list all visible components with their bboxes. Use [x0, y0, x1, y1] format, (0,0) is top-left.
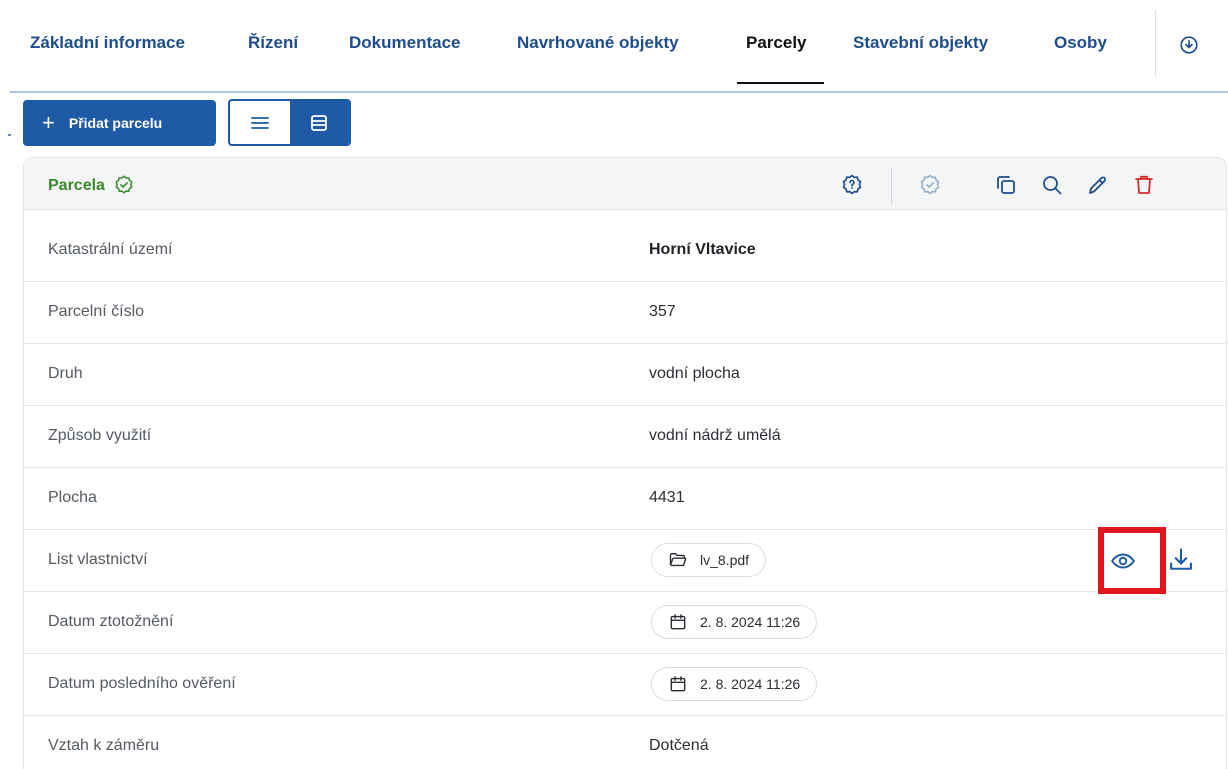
row-label: Parcelní číslo	[48, 303, 145, 320]
list-view-button[interactable]	[230, 101, 290, 144]
preview-file-button[interactable]	[1105, 543, 1141, 579]
plus-icon: +	[42, 110, 55, 135]
tab-bar: Základní informace Řízení Dokumentace Na…	[0, 0, 1228, 86]
folder-open-icon	[669, 553, 687, 567]
search-icon[interactable]	[1040, 173, 1064, 197]
tab-navrhovane-objekty[interactable]: Navrhované objekty	[517, 33, 679, 53]
card-title: Parcela	[48, 177, 105, 194]
detail-row-datum-posledniho-overeni: Datum posledního ověření 2. 8. 2024 11:2…	[24, 654, 1226, 716]
tab-dokumentace[interactable]: Dokumentace	[349, 33, 460, 53]
card-header: Parcela	[24, 158, 1226, 210]
tabs-bottom-border	[10, 91, 1228, 93]
list-view-icon	[250, 116, 269, 129]
tab-zakladni-informace[interactable]: Základní informace	[30, 33, 185, 53]
edge-marker	[8, 134, 11, 136]
detail-row-datum-ztotozneni: Datum ztotožnění 2. 8. 2024 11:26	[24, 592, 1226, 654]
detail-row-plocha: Plocha 4431	[24, 468, 1226, 530]
download-icon	[1170, 548, 1192, 570]
row-value: vodní plocha	[649, 365, 740, 382]
shield-check-icon[interactable]	[918, 173, 942, 197]
add-parcel-button[interactable]: + Přidat parcelu	[23, 100, 216, 146]
row-value: Dotčená	[649, 737, 709, 754]
file-chip[interactable]: lv_8.pdf	[651, 543, 767, 577]
date-value: 2. 8. 2024 11:26	[700, 676, 801, 692]
parcel-card: Parcela Katastrální území Horní Vltavice…	[23, 157, 1227, 769]
active-tab-indicator	[737, 82, 824, 84]
tab-rizeni[interactable]: Řízení	[248, 33, 298, 53]
date-chip: 2. 8. 2024 11:26	[651, 605, 818, 639]
detail-row-parcelni-cislo: Parcelní číslo 357	[24, 282, 1226, 344]
tab-parcely[interactable]: Parcely	[746, 33, 807, 53]
row-label: Vztah k záměru	[48, 737, 160, 754]
row-label: Druh	[48, 365, 83, 382]
edit-icon[interactable]	[1086, 173, 1110, 197]
tab-osoby[interactable]: Osoby	[1054, 33, 1107, 53]
view-toggle	[228, 99, 351, 146]
detail-row-katastralni-uzemi: Katastrální území Horní Vltavice	[24, 220, 1226, 282]
row-label: Způsob využití	[48, 427, 152, 444]
copy-icon[interactable]	[994, 173, 1018, 197]
row-value: 4431	[649, 489, 685, 506]
row-label: Plocha	[48, 489, 97, 506]
date-chip: 2. 8. 2024 11:26	[651, 667, 818, 701]
tabs-divider	[1155, 10, 1156, 76]
detail-row-zpusob-vyuziti: Způsob využití vodní nádrž umělá	[24, 406, 1226, 468]
add-parcel-label: Přidat parcelu	[68, 115, 163, 131]
delete-icon[interactable]	[1132, 173, 1156, 197]
detail-row-vztah-k-zameru: Vztah k záměru Dotčená	[24, 716, 1226, 769]
header-divider	[891, 168, 892, 204]
file-name: lv_8.pdf	[700, 552, 750, 568]
date-value: 2. 8. 2024 11:26	[700, 614, 801, 630]
row-value: Horní Vltavice	[649, 241, 756, 258]
tab-stavebni-objekty[interactable]: Stavební objekty	[853, 33, 988, 53]
row-label: Katastrální území	[48, 241, 173, 258]
detail-row-druh: Druh vodní plocha	[24, 344, 1226, 406]
row-label: List vlastnictví	[48, 551, 148, 568]
eye-icon	[1111, 553, 1135, 569]
shield-question-icon[interactable]	[840, 173, 864, 197]
row-value: vodní nádrž umělá	[649, 427, 781, 444]
calendar-icon	[670, 676, 686, 692]
download-circle-icon[interactable]	[1178, 34, 1200, 56]
calendar-icon	[670, 614, 686, 630]
row-value: 357	[649, 303, 676, 320]
detail-row-list-vlastnictvi: List vlastnictví lv_8.pdf	[24, 530, 1226, 592]
download-file-button[interactable]	[1166, 542, 1196, 578]
table-view-icon	[311, 114, 328, 131]
table-view-button[interactable]	[289, 101, 349, 144]
row-label: Datum posledního ověření	[48, 675, 236, 692]
row-label: Datum ztotožnění	[48, 613, 174, 630]
verified-shield-icon	[115, 175, 133, 194]
